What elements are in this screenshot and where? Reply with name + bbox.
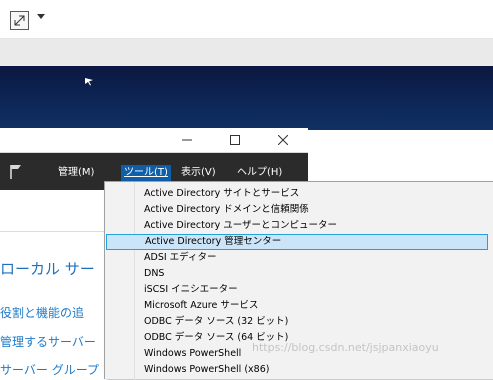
local-server-heading[interactable]: ローカル サー (0, 258, 95, 279)
mouse-cursor-icon (85, 78, 93, 86)
server-group-link[interactable]: サーバー グループ (0, 361, 99, 378)
menu-item-powershell-x86[interactable]: Windows PowerShell (x86) (106, 362, 488, 378)
desktop-background (0, 66, 493, 130)
flag-icon[interactable] (9, 164, 23, 180)
menu-manage[interactable]: 管理(M) (58, 166, 94, 180)
menu-item-ad-admin-center[interactable]: Active Directory 管理センター (106, 234, 488, 250)
menu-view[interactable]: 表示(V) (181, 166, 216, 180)
watermark-text: https://blog.csdn.net/jsjpanxiaoyu (252, 341, 439, 354)
menu-item-azure-services[interactable]: Microsoft Azure サービス (106, 298, 488, 314)
add-servers-link[interactable]: 管理するサーバー (0, 333, 96, 350)
menu-item-odbc-32[interactable]: ODBC データ ソース (32 ビット) (106, 314, 488, 330)
menu-item-ad-sites-services[interactable]: Active Directory サイトとサービス (106, 186, 488, 202)
menu-tools[interactable]: ツール(T) (121, 165, 171, 181)
maximize-icon (230, 135, 240, 145)
minimize-icon (182, 139, 192, 141)
toolbar-band (0, 39, 493, 66)
chevron-down-icon[interactable] (37, 14, 45, 19)
minimize-button[interactable] (172, 128, 202, 152)
close-icon (278, 135, 288, 145)
maximize-button[interactable] (220, 128, 250, 152)
expand-icon (14, 15, 25, 26)
menu-item-dns[interactable]: DNS (106, 266, 488, 282)
menu-item-iscsi-initiator[interactable]: iSCSI イニシエーター (106, 282, 488, 298)
window-titlebar (0, 128, 308, 153)
close-button[interactable] (268, 128, 298, 152)
menu-item-adsi-editor[interactable]: ADSI エディター (106, 250, 488, 266)
add-roles-link[interactable]: 役割と機能の追 (0, 304, 84, 321)
top-toolbar (0, 0, 493, 39)
expand-button[interactable] (10, 11, 29, 30)
menu-help[interactable]: ヘルプ(H) (237, 166, 282, 180)
menu-item-ad-domains-trusts[interactable]: Active Directory ドメインと信頼関係 (106, 202, 488, 218)
menu-item-ad-users-computers[interactable]: Active Directory ユーザーとコンピューター (106, 218, 488, 234)
